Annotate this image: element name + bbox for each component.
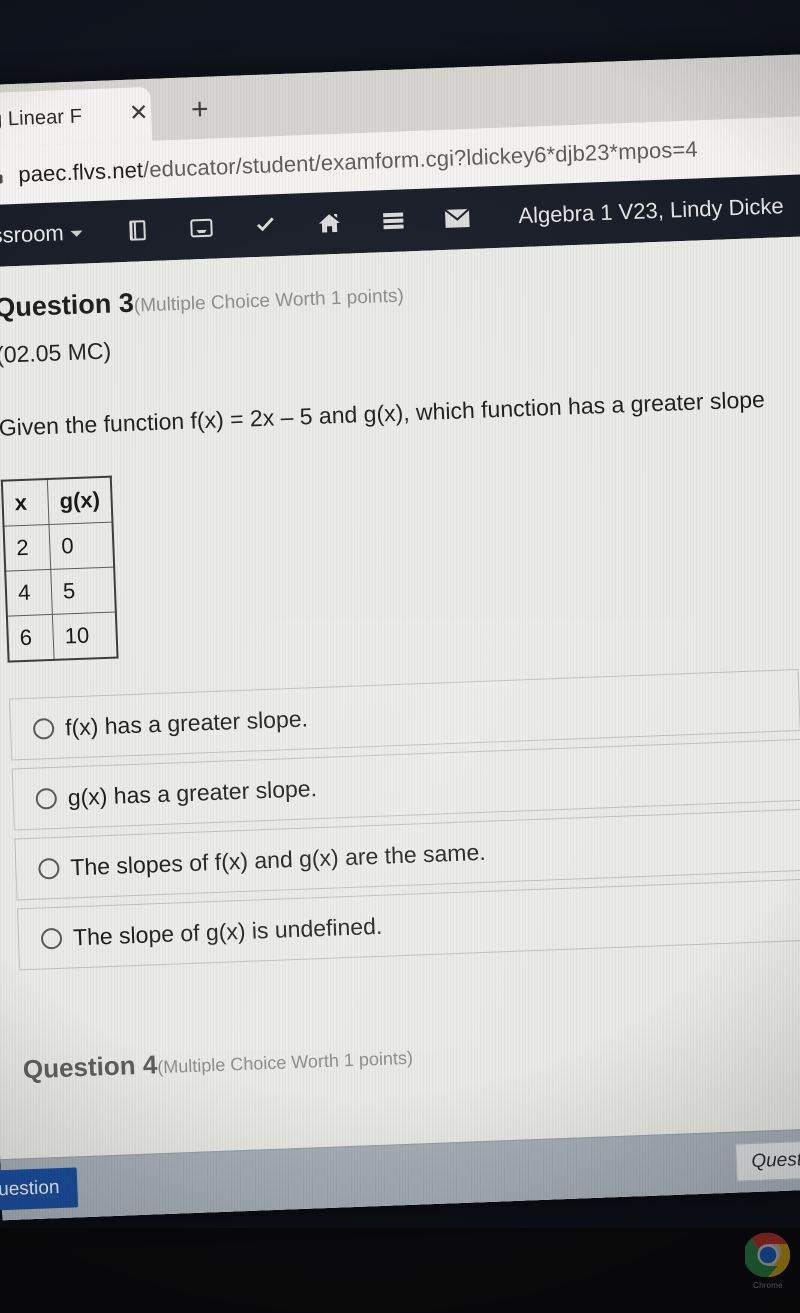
radio-button-icon[interactable] bbox=[40, 927, 63, 950]
radio-button-icon[interactable] bbox=[35, 787, 58, 810]
chrome-icon-label: Chrome bbox=[753, 1281, 783, 1290]
table-row: 4 5 bbox=[5, 567, 117, 617]
answer-options: f(x) has a greater slope. g(x) has a gre… bbox=[9, 668, 800, 971]
question-meta: (Multiple Choice Worth 1 points) bbox=[133, 285, 405, 317]
table-header-x: x bbox=[1, 479, 50, 527]
question-jump-dropdown[interactable]: Question 1 (Answe bbox=[735, 1136, 800, 1182]
classroom-menu[interactable]: ssroom bbox=[0, 220, 83, 249]
course-title: Algebra 1 V23, Lindy Dicke bbox=[517, 193, 785, 229]
close-icon[interactable]: ✕ bbox=[129, 99, 149, 126]
exam-footer: Question Question 1 (Answe bbox=[0, 1125, 800, 1221]
tab-title: ing Linear F bbox=[0, 104, 83, 131]
chevron-down-icon bbox=[70, 230, 83, 238]
classroom-menu-label: ssroom bbox=[0, 220, 65, 248]
book-icon[interactable] bbox=[124, 217, 151, 244]
table-cell-gx: 5 bbox=[50, 567, 117, 615]
url-path: /educator/student/examform.cgi?ldickey6*… bbox=[142, 136, 699, 183]
lock-icon bbox=[0, 168, 3, 184]
check-icon[interactable] bbox=[252, 212, 279, 239]
answer-option-label: The slopes of f(x) and g(x) are the same… bbox=[69, 838, 487, 880]
next-question-number: Question 4 bbox=[22, 1049, 158, 1085]
chrome-icon[interactable] bbox=[745, 1232, 791, 1278]
table-row: 2 0 bbox=[3, 522, 115, 572]
table-header-row: x g(x) bbox=[1, 476, 113, 527]
table-cell-x: 6 bbox=[6, 614, 55, 662]
question-prompt: Given the function f(x) = 2x – 5 and g(x… bbox=[0, 386, 766, 441]
exam-page: Question 3(Multiple Choice Worth 1 point… bbox=[0, 234, 800, 1221]
answer-option-label: f(x) has a greater slope. bbox=[64, 704, 309, 740]
radio-button-icon[interactable] bbox=[32, 717, 55, 740]
url-host: paec.flvs.net bbox=[17, 157, 144, 187]
envelope-icon[interactable] bbox=[444, 205, 471, 232]
question-heading: Question 3(Multiple Choice Worth 1 point… bbox=[0, 260, 800, 324]
photo-of-monitor: ing Linear F ✕ + paec.flvs.net/educator/… bbox=[0, 0, 800, 1313]
browser-window: ing Linear F ✕ + paec.flvs.net/educator/… bbox=[0, 52, 800, 1221]
url-text: paec.flvs.net/educator/student/examform.… bbox=[18, 136, 698, 187]
answer-option-label: g(x) has a greater slope. bbox=[67, 774, 318, 810]
table-header-gx: g(x) bbox=[47, 476, 113, 525]
list-icon[interactable] bbox=[380, 207, 407, 234]
question-number: Question 3 bbox=[0, 287, 135, 323]
inbox-icon[interactable] bbox=[188, 215, 215, 242]
home-icon[interactable] bbox=[316, 210, 343, 237]
navbar-icon-group bbox=[124, 205, 471, 244]
next-question-meta: (Multiple Choice Worth 1 points) bbox=[156, 1047, 414, 1078]
radio-button-icon[interactable] bbox=[38, 857, 60, 880]
answer-option-label: The slope of g(x) is undefined. bbox=[72, 912, 383, 950]
new-tab-icon[interactable]: + bbox=[190, 93, 209, 127]
table-row: 6 10 bbox=[6, 612, 118, 662]
table-cell-gx: 10 bbox=[52, 612, 118, 660]
previous-question-button[interactable]: Question bbox=[0, 1167, 79, 1212]
monitor-bezel-bottom bbox=[0, 1228, 800, 1313]
table-cell-x: 4 bbox=[5, 569, 53, 617]
function-table: x g(x) 2 0 4 5 6 10 bbox=[0, 475, 119, 663]
table-cell-gx: 0 bbox=[49, 522, 115, 570]
next-question-heading: Question 4(Multiple Choice Worth 1 point… bbox=[22, 1022, 800, 1086]
table-cell-x: 2 bbox=[3, 524, 51, 572]
